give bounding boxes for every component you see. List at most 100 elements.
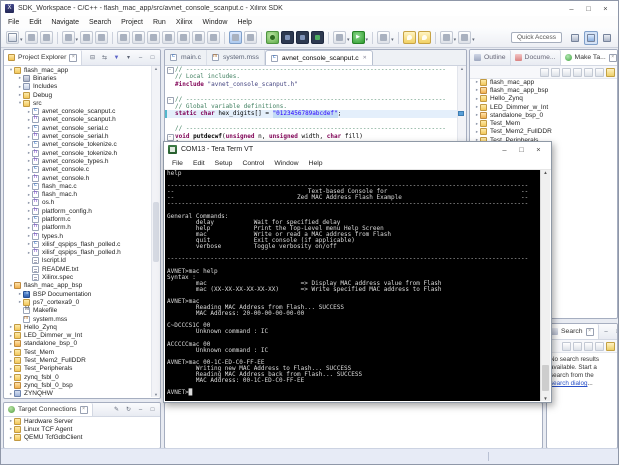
close-button[interactable]: × xyxy=(530,144,547,156)
forward-icon[interactable] xyxy=(595,67,604,77)
link-with-editor-icon[interactable]: ⇆ xyxy=(100,53,109,62)
menu-item-run[interactable]: Run xyxy=(148,19,171,26)
tree-item[interactable]: ▸types.h xyxy=(5,232,152,240)
tree-item[interactable]: ▸Test_Peripherals xyxy=(5,365,152,373)
forward-icon[interactable] xyxy=(458,31,472,44)
tree-item[interactable]: ▾ flash_mac_app xyxy=(5,66,152,74)
open-type-icon[interactable] xyxy=(244,31,258,44)
step-return-icon[interactable] xyxy=(207,31,221,44)
tree-item[interactable]: ▸ zynq_fsbl_0_bsp xyxy=(5,381,152,389)
resume-icon[interactable] xyxy=(117,31,131,44)
tree-item[interactable]: ▸ Hello_Zynq xyxy=(471,95,609,103)
settings-dropdown-icon[interactable]: ▾ xyxy=(347,37,350,43)
search-dialog-link[interactable]: search dialog xyxy=(550,380,587,387)
run-icon[interactable] xyxy=(351,31,365,44)
hide-empty-targets-icon[interactable] xyxy=(551,67,560,77)
tree-item[interactable]: ▸xilisf_qspips_flash_polled.c xyxy=(5,240,152,248)
menu-item-help[interactable]: Help xyxy=(304,160,328,167)
view-menu-icon[interactable]: ▾ xyxy=(124,53,133,62)
editor-tab-main.c[interactable]: main.c xyxy=(165,50,208,65)
menu-item-file[interactable]: File xyxy=(167,160,188,167)
build-target-icon[interactable] xyxy=(562,67,571,77)
close-view-icon[interactable] xyxy=(608,53,617,62)
overview-ruler-marker[interactable] xyxy=(458,111,464,116)
save-icon[interactable] xyxy=(24,31,38,44)
home-icon[interactable] xyxy=(573,67,582,77)
tree-item[interactable]: ▸ flash_mac_app xyxy=(471,78,609,86)
tree-item[interactable]: ▸avnet_console_types.h xyxy=(5,157,152,165)
program-fpga-icon[interactable] xyxy=(311,31,325,44)
tree-item[interactable]: ▸ Test_Mem2_FullDDR xyxy=(471,128,609,136)
close-button[interactable]: × xyxy=(597,3,614,15)
tree-item[interactable]: ▾ flash_mac_app_bsp xyxy=(5,282,152,290)
step-over-icon[interactable] xyxy=(192,31,206,44)
tree-item[interactable]: ▸os.h xyxy=(5,198,152,207)
maximize-button[interactable]: □ xyxy=(580,3,597,15)
expand-all-icon[interactable] xyxy=(595,341,604,351)
link-with-editor-icon[interactable] xyxy=(606,67,615,77)
back-icon[interactable] xyxy=(439,31,453,44)
tree-item[interactable]: ▸ flash_mac_app_bsp xyxy=(471,86,609,94)
back-icon[interactable] xyxy=(584,67,593,77)
menu-item-edit[interactable]: Edit xyxy=(24,19,46,26)
tree-item[interactable]: ▸ Debug xyxy=(5,91,152,99)
minimize-button[interactable]: – xyxy=(496,144,513,156)
tab-target-connections[interactable]: Target Connections xyxy=(4,403,93,416)
maximize-view-icon[interactable]: □ xyxy=(614,327,617,336)
run-config-icon[interactable] xyxy=(80,31,94,44)
menu-item-navigate[interactable]: Navigate xyxy=(46,19,84,26)
fold-gutter[interactable]: − xyxy=(165,96,175,104)
tree-item[interactable]: ▸avnet_console_scanput.c xyxy=(5,107,152,116)
maximize-button[interactable]: □ xyxy=(513,144,530,156)
editor-tab-avnet_console_scanput.c[interactable]: avnet_console_scanput.c ✕ xyxy=(264,50,373,65)
tree-item[interactable]: system.mss xyxy=(5,315,152,323)
memory-dump-icon[interactable] xyxy=(281,31,295,44)
tab-outline[interactable]: Outline xyxy=(470,50,511,65)
tree-item[interactable]: README.txt xyxy=(5,265,152,273)
terminal-screen[interactable]: help -----------------------------------… xyxy=(165,170,541,401)
menu-item-setup[interactable]: Setup xyxy=(210,160,238,167)
tree-item[interactable]: ▸ Test_Mem xyxy=(471,119,609,128)
new-target-icon[interactable] xyxy=(540,67,549,77)
close-tab-icon[interactable]: ✕ xyxy=(363,55,367,61)
tree-item[interactable]: ▸ Hardware Server xyxy=(5,417,152,425)
menu-item-edit[interactable]: Edit xyxy=(188,160,210,167)
tree-item[interactable]: ▸xilisf_qspips_flash_polled.h xyxy=(5,248,152,257)
tree-item[interactable]: ▸platform.c xyxy=(5,215,152,223)
collapse-all-icon[interactable]: ⊟ xyxy=(88,53,97,62)
maximize-view-icon[interactable]: □ xyxy=(148,53,157,62)
tree-item[interactable]: ▸ standalone_bsp_0 xyxy=(5,340,152,348)
close-view-icon[interactable] xyxy=(69,53,78,62)
tree-item[interactable]: ▸avnet_console_serial.h xyxy=(5,132,152,141)
terminal-output[interactable]: help -----------------------------------… xyxy=(165,170,541,397)
save-all-icon[interactable] xyxy=(39,31,53,44)
forward-dropdown-icon[interactable]: ▾ xyxy=(472,37,475,43)
remove-matches-icon[interactable] xyxy=(584,341,593,351)
tree-item[interactable]: ▸ Test_Mem xyxy=(5,348,152,356)
menu-item-help[interactable]: Help xyxy=(232,19,256,26)
editor-tab-system.mss[interactable]: system.mss xyxy=(207,50,265,65)
tree-item[interactable]: ▸avnet_console_scanput.h xyxy=(5,115,152,124)
back-dropdown-icon[interactable]: ▾ xyxy=(454,37,457,43)
minimize-button[interactable]: – xyxy=(563,3,580,15)
tree-item[interactable]: Xilinx.spec xyxy=(5,273,152,282)
debug-bug-icon[interactable] xyxy=(266,31,280,44)
menu-item-search[interactable]: Search xyxy=(84,19,116,26)
maximize-view-icon[interactable]: □ xyxy=(148,405,157,414)
tree-item[interactable]: ▸ standalone_bsp_0 xyxy=(471,111,609,119)
close-view-icon[interactable] xyxy=(79,405,88,414)
tree-item[interactable]: ▸avnet_console.h xyxy=(5,174,152,182)
menu-item-file[interactable]: File xyxy=(3,19,24,26)
debug-config-dropdown-icon[interactable]: ▾ xyxy=(76,37,79,43)
suspend-icon[interactable] xyxy=(132,31,146,44)
refresh-connections-icon[interactable]: ↻ xyxy=(124,405,133,414)
annotate-icon[interactable] xyxy=(377,31,391,44)
tree-item[interactable]: ▸avnet_console.c xyxy=(5,165,152,174)
new-connection-icon[interactable]: ✎ xyxy=(112,405,121,414)
tree-item[interactable]: ▸ LED_Dimmer_w_Int xyxy=(5,332,152,340)
minimize-view-icon[interactable]: – xyxy=(602,327,611,336)
profile-config-icon[interactable] xyxy=(95,31,109,44)
filter-icon[interactable]: ▼ xyxy=(112,53,121,62)
pin-view-icon[interactable] xyxy=(606,341,615,351)
tree-item[interactable]: ▸ ZYNQHW xyxy=(5,390,152,397)
